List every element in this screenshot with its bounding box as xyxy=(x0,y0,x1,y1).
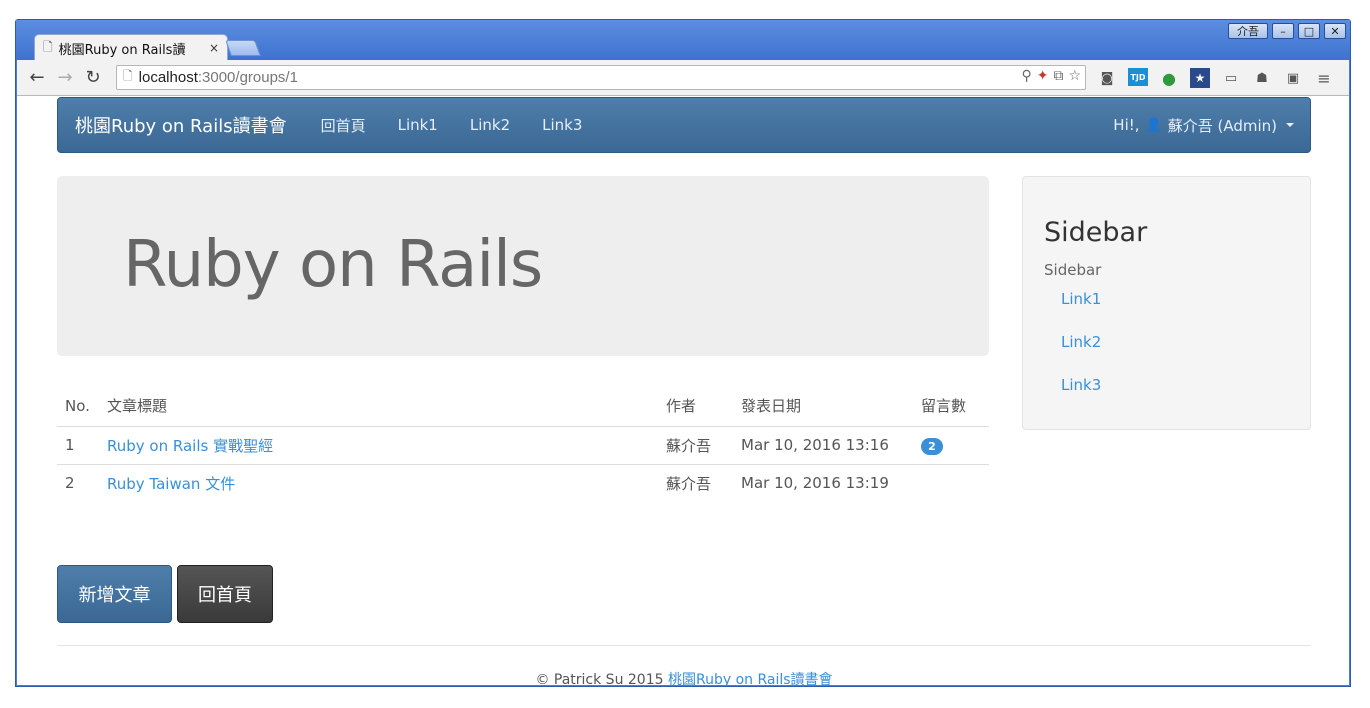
address-bar[interactable]: 🗋 localhost:3000/groups/1 ⚲ ✦ ⧉ ☆ xyxy=(116,65,1086,90)
header-author: 作者 xyxy=(658,386,733,427)
leaf-icon[interactable]: ● xyxy=(1159,68,1179,88)
extension-icons: ◙ TJD ● ★ ▭ ☗ ▣ ≡ xyxy=(1097,68,1334,88)
sidebar-item: Link2 xyxy=(1061,333,1101,376)
url-host: localhost xyxy=(138,69,198,86)
browser-tab[interactable]: 🗋 桃園Ruby on Rails讀 × xyxy=(34,34,228,61)
sidebar-link-1[interactable]: Link1 xyxy=(1061,290,1101,308)
tab-title: 桃園Ruby on Rails讀 xyxy=(58,42,186,58)
cast-icon[interactable]: ▭ xyxy=(1221,68,1241,88)
translate-icon[interactable]: ⧉ xyxy=(1053,68,1063,84)
user-icon: 👤 xyxy=(1145,117,1162,133)
header-comments: 留言數 xyxy=(913,386,989,427)
menu-icon[interactable]: ≡ xyxy=(1314,68,1334,88)
omnibox-icons: ⚲ ✦ ⧉ ☆ xyxy=(1021,68,1081,84)
table-row: 2 Ruby Taiwan 文件 蘇介吾 Mar 10, 2016 13:19 xyxy=(57,464,989,502)
url-text: localhost:3000/groups/1 xyxy=(139,69,298,86)
home-button[interactable]: 回首頁 xyxy=(177,565,273,623)
comment-count-badge: 2 xyxy=(921,437,943,455)
row-no: 2 xyxy=(65,474,75,493)
tab-close-icon[interactable]: × xyxy=(209,41,219,55)
extension-icon[interactable]: ▣ xyxy=(1283,68,1303,88)
rails-icon[interactable]: ✦ xyxy=(1037,68,1049,84)
camera-icon[interactable]: ◙ xyxy=(1097,68,1117,88)
nav-link-home[interactable]: 回首頁 xyxy=(321,115,366,136)
new-tab-button[interactable] xyxy=(225,40,261,56)
nav-link-3[interactable]: Link3 xyxy=(542,116,582,134)
page-icon: 🗋 xyxy=(43,39,53,54)
sidebar-item: Link1 xyxy=(1061,290,1101,333)
tjd-icon[interactable]: TJD xyxy=(1128,68,1148,86)
table-header-row: No. 文章標題 作者 發表日期 留言數 xyxy=(57,386,989,427)
navbar-brand[interactable]: 桃園Ruby on Rails讀書會 xyxy=(75,112,287,138)
row-comments-cell xyxy=(913,464,989,502)
sidebar-link-3[interactable]: Link3 xyxy=(1061,376,1101,394)
posts-table: No. 文章標題 作者 發表日期 留言數 1 Ruby on Rails 實戰聖… xyxy=(57,386,989,502)
row-date: Mar 10, 2016 13:16 xyxy=(733,426,913,465)
footer-copyright: © Patrick Su 2015 xyxy=(535,672,664,685)
search-icon[interactable]: ⚲ xyxy=(1021,68,1031,84)
greeting: Hi!, xyxy=(1113,116,1140,134)
sidebar-item: Link3 xyxy=(1061,376,1101,419)
forward-icon[interactable]: → xyxy=(51,67,79,88)
minimize-button[interactable]: – xyxy=(1272,23,1294,39)
post-title-link[interactable]: Ruby on Rails 實戰聖經 xyxy=(107,437,273,455)
sidebar-title: Sidebar xyxy=(1044,217,1148,248)
cat-icon[interactable]: ☗ xyxy=(1252,68,1272,88)
sidebar-links: Link1 Link2 Link3 xyxy=(1061,290,1101,419)
window-controls: 介吾 – □ ✕ xyxy=(1228,23,1346,39)
row-date: Mar 10, 2016 13:19 xyxy=(741,474,889,493)
footer: © Patrick Su 2015 桃園Ruby on Rails讀書會 xyxy=(57,669,1311,685)
row-author: 蘇介吾 xyxy=(666,474,712,493)
post-title-link[interactable]: Ruby Taiwan 文件 xyxy=(107,475,235,493)
sidebar-subtitle: Sidebar xyxy=(1044,261,1102,279)
maximize-button[interactable]: □ xyxy=(1298,23,1320,39)
header-no: No. xyxy=(57,386,99,427)
header-title: 文章標題 xyxy=(99,386,658,427)
user-name: 蘇介吾 (Admin) xyxy=(1167,116,1277,135)
profile-badge[interactable]: 介吾 xyxy=(1228,23,1268,39)
browser-window: 介吾 – □ ✕ 🗋 桃園Ruby on Rails讀 × ← → ↻ 🗋 lo… xyxy=(15,19,1351,687)
jumbotron: Ruby on Rails xyxy=(57,176,989,356)
reload-icon[interactable]: ↻ xyxy=(79,67,107,88)
row-comments-cell: 2 xyxy=(913,426,989,465)
user-menu[interactable]: Hi!, 👤 蘇介吾 (Admin) xyxy=(1113,115,1294,136)
page-title: Ruby on Rails xyxy=(123,228,543,302)
table-row: 1 Ruby on Rails 實戰聖經 蘇介吾 Mar 10, 2016 13… xyxy=(57,426,989,465)
page-viewport: 桃園Ruby on Rails讀書會 回首頁 Link1 Link2 Link3… xyxy=(17,96,1349,685)
site-navbar: 桃園Ruby on Rails讀書會 回首頁 Link1 Link2 Link3… xyxy=(57,97,1311,153)
row-no: 1 xyxy=(57,426,99,465)
nav-link-2[interactable]: Link2 xyxy=(470,116,510,134)
bookmark-star-icon[interactable]: ★ xyxy=(1190,68,1210,88)
caret-down-icon xyxy=(1286,123,1294,127)
browser-toolbar: ← → ↻ 🗋 localhost:3000/groups/1 ⚲ ✦ ⧉ ☆ … xyxy=(17,60,1349,96)
row-title-cell: Ruby Taiwan 文件 xyxy=(99,464,658,502)
footer-link[interactable]: 桃園Ruby on Rails讀書會 xyxy=(668,672,833,685)
sidebar-link-2[interactable]: Link2 xyxy=(1061,333,1101,351)
sidebar: Sidebar Sidebar Link1 Link2 Link3 xyxy=(1022,176,1311,430)
row-title-cell: Ruby on Rails 實戰聖經 xyxy=(99,426,658,465)
row-author: 蘇介吾 xyxy=(658,426,733,465)
new-post-button[interactable]: 新增文章 xyxy=(57,565,172,623)
nav-link-1[interactable]: Link1 xyxy=(398,116,438,134)
footer-divider xyxy=(57,645,1311,646)
url-path: :3000/groups/1 xyxy=(197,69,298,86)
header-date: 發表日期 xyxy=(733,386,913,427)
close-window-button[interactable]: ✕ xyxy=(1324,23,1346,39)
back-icon[interactable]: ← xyxy=(23,67,51,88)
page-icon: 🗋 xyxy=(123,69,133,83)
star-icon[interactable]: ☆ xyxy=(1068,68,1081,84)
